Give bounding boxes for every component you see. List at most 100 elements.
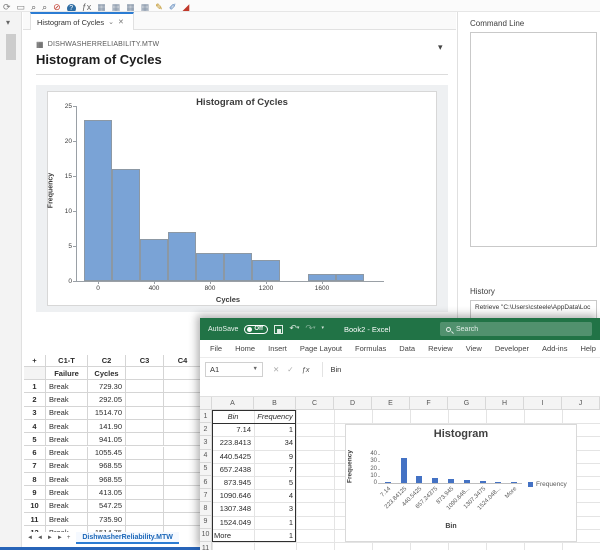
row-number[interactable]: 9	[24, 486, 46, 500]
sheet-tab-dishwasherreliability[interactable]: DishwasherReliability.MTW	[76, 532, 179, 544]
row-header-1[interactable]: 1	[200, 410, 212, 424]
search-box[interactable]: Search	[440, 322, 592, 336]
add-worksheet-button[interactable]: +	[67, 535, 71, 541]
cell-empty[interactable]	[126, 380, 164, 394]
column-header-c4[interactable]: C4	[164, 355, 202, 367]
formula-bar[interactable]: Bin	[321, 361, 600, 377]
column-header-c1-t[interactable]: C1-T	[46, 355, 88, 367]
insert-cells-icon[interactable]: ▦	[97, 0, 106, 11]
move-columns-icon[interactable]: ▦	[141, 0, 150, 11]
var-name-empty[interactable]	[126, 367, 164, 380]
insert-function-icon[interactable]: ƒx	[302, 365, 310, 374]
cell-empty[interactable]	[164, 446, 202, 460]
cell-cycles[interactable]: 735.90	[88, 513, 126, 527]
cancel-icon[interactable]: ⊘	[53, 0, 61, 11]
redo-icon[interactable]: ↷▾	[305, 324, 315, 333]
column-header-c[interactable]: C	[296, 397, 334, 410]
ribbon-tab-review[interactable]: Review	[428, 344, 453, 353]
cell-empty[interactable]	[126, 513, 164, 527]
ribbon-tab-file[interactable]: File	[210, 344, 222, 353]
cell-cycles[interactable]: 292.05	[88, 393, 126, 407]
cell-empty[interactable]	[126, 473, 164, 487]
confirm-entry-icon[interactable]: ✓	[287, 365, 293, 374]
row-number[interactable]: 10	[24, 499, 46, 513]
tab-close-icon[interactable]: ✕	[118, 18, 124, 26]
cell-empty[interactable]	[126, 393, 164, 407]
command-line-input[interactable]	[470, 32, 597, 247]
cell-empty[interactable]	[164, 419, 202, 434]
insert-columns-icon[interactable]: ▦	[126, 0, 135, 11]
row-number[interactable]: 1	[24, 380, 46, 394]
cell-empty[interactable]	[164, 486, 202, 500]
column-header-b[interactable]: B	[254, 397, 296, 410]
row-number[interactable]: 2	[24, 393, 46, 407]
column-header-f[interactable]: F	[410, 397, 448, 410]
cell-cycles[interactable]: 968.55	[88, 473, 126, 487]
cell-failure[interactable]: Break	[46, 406, 88, 420]
cell-cycles[interactable]: 141.90	[88, 419, 126, 434]
quick-access-customize-icon[interactable]: ▾	[321, 324, 324, 333]
ribbon-tab-add-ins[interactable]: Add-ins	[542, 344, 567, 353]
cell-empty[interactable]	[126, 459, 164, 474]
column-header-e[interactable]: E	[372, 397, 410, 410]
cell-cycles[interactable]: 1055.45	[88, 446, 126, 460]
cell-failure[interactable]: Break	[46, 419, 88, 434]
sheet-nav-icon[interactable]: ◄	[37, 535, 43, 541]
row-header-11[interactable]: 11	[200, 542, 212, 550]
cell-failure[interactable]: Break	[46, 499, 88, 513]
cell-empty[interactable]	[164, 406, 202, 420]
undo-icon[interactable]: ↶▾	[289, 324, 299, 333]
name-box[interactable]: A1 ▼	[205, 361, 263, 377]
minitab-histogram-chart[interactable]: Histogram of Cycles 0 5 10 15 20 25 0 400 800 1200…	[47, 91, 437, 306]
cell-failure[interactable]: Break	[46, 446, 88, 460]
row-header-2[interactable]: 2	[200, 423, 212, 437]
excel-sheet-grid[interactable]: Histogram 0 10 20 30 40 7.14 223.84125 440.5425 6…	[200, 397, 600, 550]
redo-icon[interactable]: ⟳	[3, 0, 11, 11]
cell-failure[interactable]: Break	[46, 513, 88, 527]
tab-dropdown-icon[interactable]: ⌄	[108, 18, 114, 26]
select-all-corner[interactable]	[200, 397, 212, 410]
column-header-c2[interactable]: C2	[88, 355, 126, 367]
row-header-6[interactable]: 6	[200, 476, 212, 490]
row-number[interactable]: 6	[24, 446, 46, 460]
select-rectangle-icon[interactable]: ▭	[17, 0, 26, 11]
cell-failure[interactable]: Break	[46, 473, 88, 487]
excel-histogram-chart[interactable]: Histogram 0 10 20 30 40 7.14 223.84125 440.5425 6…	[345, 424, 577, 542]
autosave-toggle[interactable]: Off	[244, 324, 269, 334]
excel-titlebar[interactable]: AutoSave Off ↶▾ ↷▾ ▾ Book2 - Excel Searc…	[200, 318, 600, 340]
row-header-10[interactable]: 10	[200, 528, 212, 542]
help-icon[interactable]: ?	[66, 4, 76, 11]
sheet-nav-icon[interactable]: ►	[57, 535, 63, 541]
cell-empty[interactable]	[164, 499, 202, 513]
cell-empty[interactable]	[164, 459, 202, 474]
eraser-icon[interactable]: ◢	[182, 0, 189, 11]
save-icon[interactable]	[274, 324, 284, 334]
column-header-i[interactable]: I	[524, 397, 562, 410]
cell-failure[interactable]: Break	[46, 486, 88, 500]
find-next-icon[interactable]: ⌕	[42, 0, 47, 11]
cell-cycles[interactable]: 968.55	[88, 459, 126, 474]
cell-empty[interactable]	[126, 433, 164, 447]
find-icon[interactable]: ⌕	[31, 0, 36, 11]
cell-empty[interactable]	[164, 393, 202, 407]
column-header-a[interactable]: A	[212, 397, 254, 410]
column-header-d[interactable]: D	[334, 397, 372, 410]
cell-cycles[interactable]: 941.05	[88, 433, 126, 447]
row-number[interactable]: 5	[24, 433, 46, 447]
row-header-7[interactable]: 7	[200, 489, 212, 503]
tab-histogram-of-cycles[interactable]: Histogram of Cycles ⌄ ✕	[30, 12, 134, 30]
navigator-rail[interactable]: ▾	[0, 12, 22, 550]
cell-empty[interactable]	[126, 406, 164, 420]
cell-empty[interactable]	[126, 446, 164, 460]
row-header-4[interactable]: 4	[200, 449, 212, 463]
ribbon-tab-formulas[interactable]: Formulas	[355, 344, 386, 353]
insert-function-icon[interactable]: ƒx	[82, 0, 92, 11]
column-header-j[interactable]: J	[562, 397, 600, 410]
cell-empty[interactable]	[164, 433, 202, 447]
var-name-failure[interactable]: Failure	[46, 367, 88, 380]
cell-empty[interactable]	[126, 499, 164, 513]
pane-menu-caret-icon[interactable]: ▾	[438, 42, 443, 53]
row-header-5[interactable]: 5	[200, 462, 212, 476]
cancel-entry-icon[interactable]: ✕	[273, 365, 279, 374]
cell-failure[interactable]: Break	[46, 459, 88, 474]
